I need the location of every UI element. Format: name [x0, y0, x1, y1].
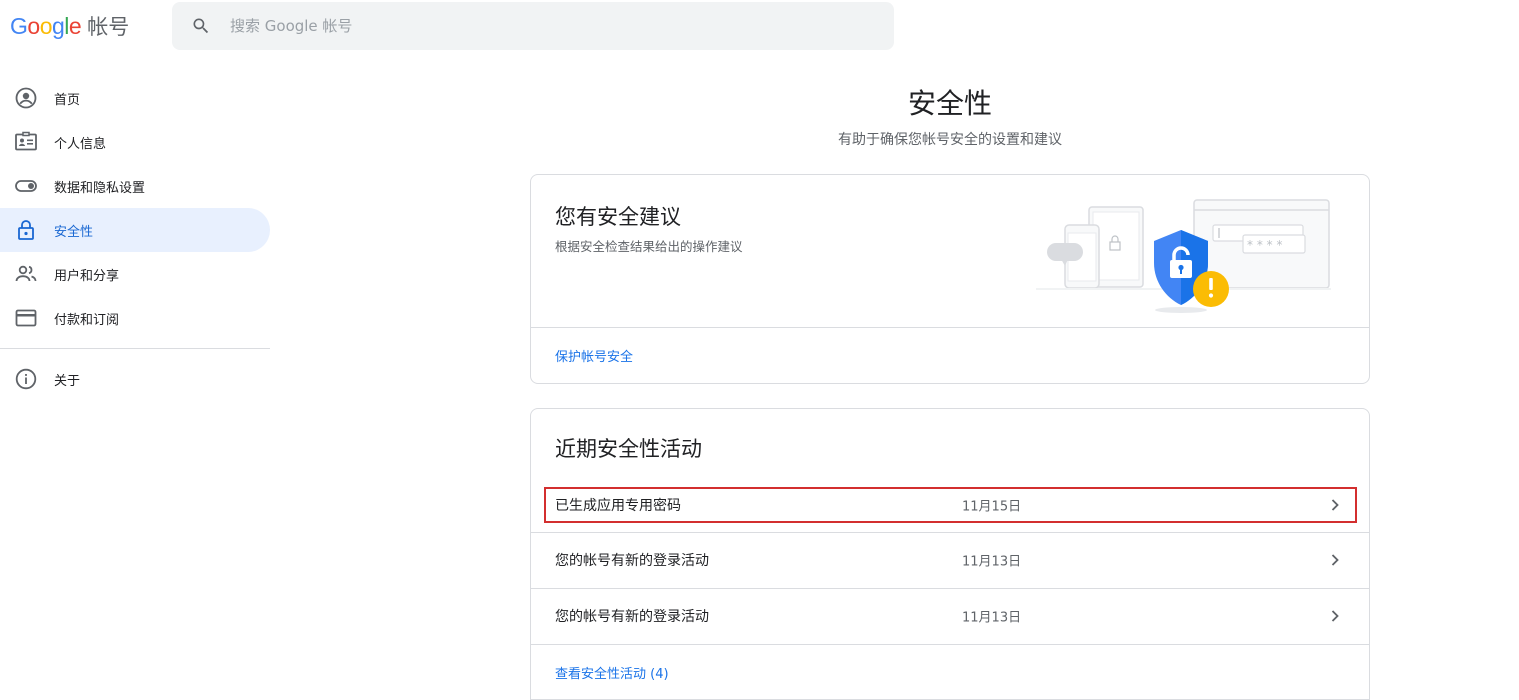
id-card-icon [14, 130, 38, 154]
search-input[interactable] [230, 17, 830, 35]
page-title: 安全性 [907, 87, 992, 120]
credit-card-icon [14, 306, 38, 330]
card-title: 您有安全建议 [555, 205, 681, 229]
svg-text:* * * *: * * * * [1247, 238, 1282, 252]
page-subtitle: 有助于确保您帐号安全的设置和建议 [838, 132, 1062, 148]
sidebar-item-personal-info[interactable]: 个人信息 [0, 120, 270, 164]
card-title: 近期安全性活动 [555, 437, 702, 461]
lock-icon [14, 218, 38, 242]
sidebar-item-label: 安全性 [54, 224, 94, 240]
sidebar-item-about[interactable]: 关于 [0, 357, 270, 401]
row-divider [531, 644, 1369, 645]
search-bar[interactable] [172, 2, 894, 50]
sidebar-item-payments-subscriptions[interactable]: 付款和订阅 [0, 296, 270, 340]
sidebar-item-home[interactable]: 首页 [0, 76, 270, 120]
sidebar-item-label: 付款和订阅 [54, 312, 120, 328]
product-name: 帐号 [87, 15, 130, 39]
card-description: 根据安全检查结果给出的操作建议 [555, 239, 743, 254]
sidebar-divider [0, 348, 270, 349]
view-security-activity-link[interactable]: 查看安全性活动 (4) [555, 663, 669, 682]
activity-date: 11月13日 [962, 610, 1022, 626]
info-icon [14, 367, 38, 391]
toggle-icon [14, 174, 38, 198]
header: Google 帐号 [0, 0, 1519, 56]
security-recommendations-card: 您有安全建议 根据安全检查结果给出的操作建议 * * * * 保护帐号安全 [530, 174, 1370, 384]
sidebar-item-data-privacy[interactable]: 数据和隐私设置 [0, 164, 270, 208]
sidebar-item-label: 个人信息 [54, 136, 107, 152]
activity-label: 您的帐号有新的登录活动 [555, 609, 709, 625]
people-icon [14, 262, 38, 286]
account-circle-icon [14, 86, 38, 110]
google-account-logo[interactable]: Google 帐号 [10, 11, 129, 43]
activity-label: 已生成应用专用密码 [555, 498, 681, 514]
activity-row[interactable]: 您的帐号有新的登录活动 11月13日 [531, 588, 1369, 644]
sidebar-item-label: 首页 [54, 92, 81, 108]
chevron-right-icon [1331, 554, 1339, 566]
card-divider [531, 327, 1369, 328]
activity-label: 您的帐号有新的登录活动 [555, 553, 709, 569]
sidebar-item-security[interactable]: 安全性 [0, 208, 270, 252]
search-icon[interactable] [191, 16, 211, 36]
sidebar-item-label: 数据和隐私设置 [54, 180, 146, 196]
activity-row[interactable]: 已生成应用专用密码 11月15日 [531, 477, 1369, 533]
sidebar-item-label: 用户和分享 [54, 268, 120, 284]
chevron-right-icon [1331, 499, 1339, 511]
security-illustration: * * * * [1036, 199, 1331, 313]
sidebar: 首页 个人信息 数据和隐私设置 安全性 用户和分享 付款和订阅 关于 [0, 76, 270, 401]
activity-row[interactable]: 您的帐号有新的登录活动 11月13日 [531, 532, 1369, 588]
sidebar-item-label: 关于 [54, 373, 81, 389]
recent-security-activity-card: 近期安全性活动 已生成应用专用密码 11月15日 您的帐号有新的登录活动 11月… [530, 408, 1370, 700]
chevron-right-icon [1331, 610, 1339, 622]
activity-date: 11月13日 [962, 554, 1022, 570]
secure-account-link[interactable]: 保护帐号安全 [555, 346, 633, 365]
sidebar-item-people-sharing[interactable]: 用户和分享 [0, 252, 270, 296]
google-logo-text: Google [10, 13, 82, 39]
activity-date: 11月15日 [962, 499, 1022, 515]
